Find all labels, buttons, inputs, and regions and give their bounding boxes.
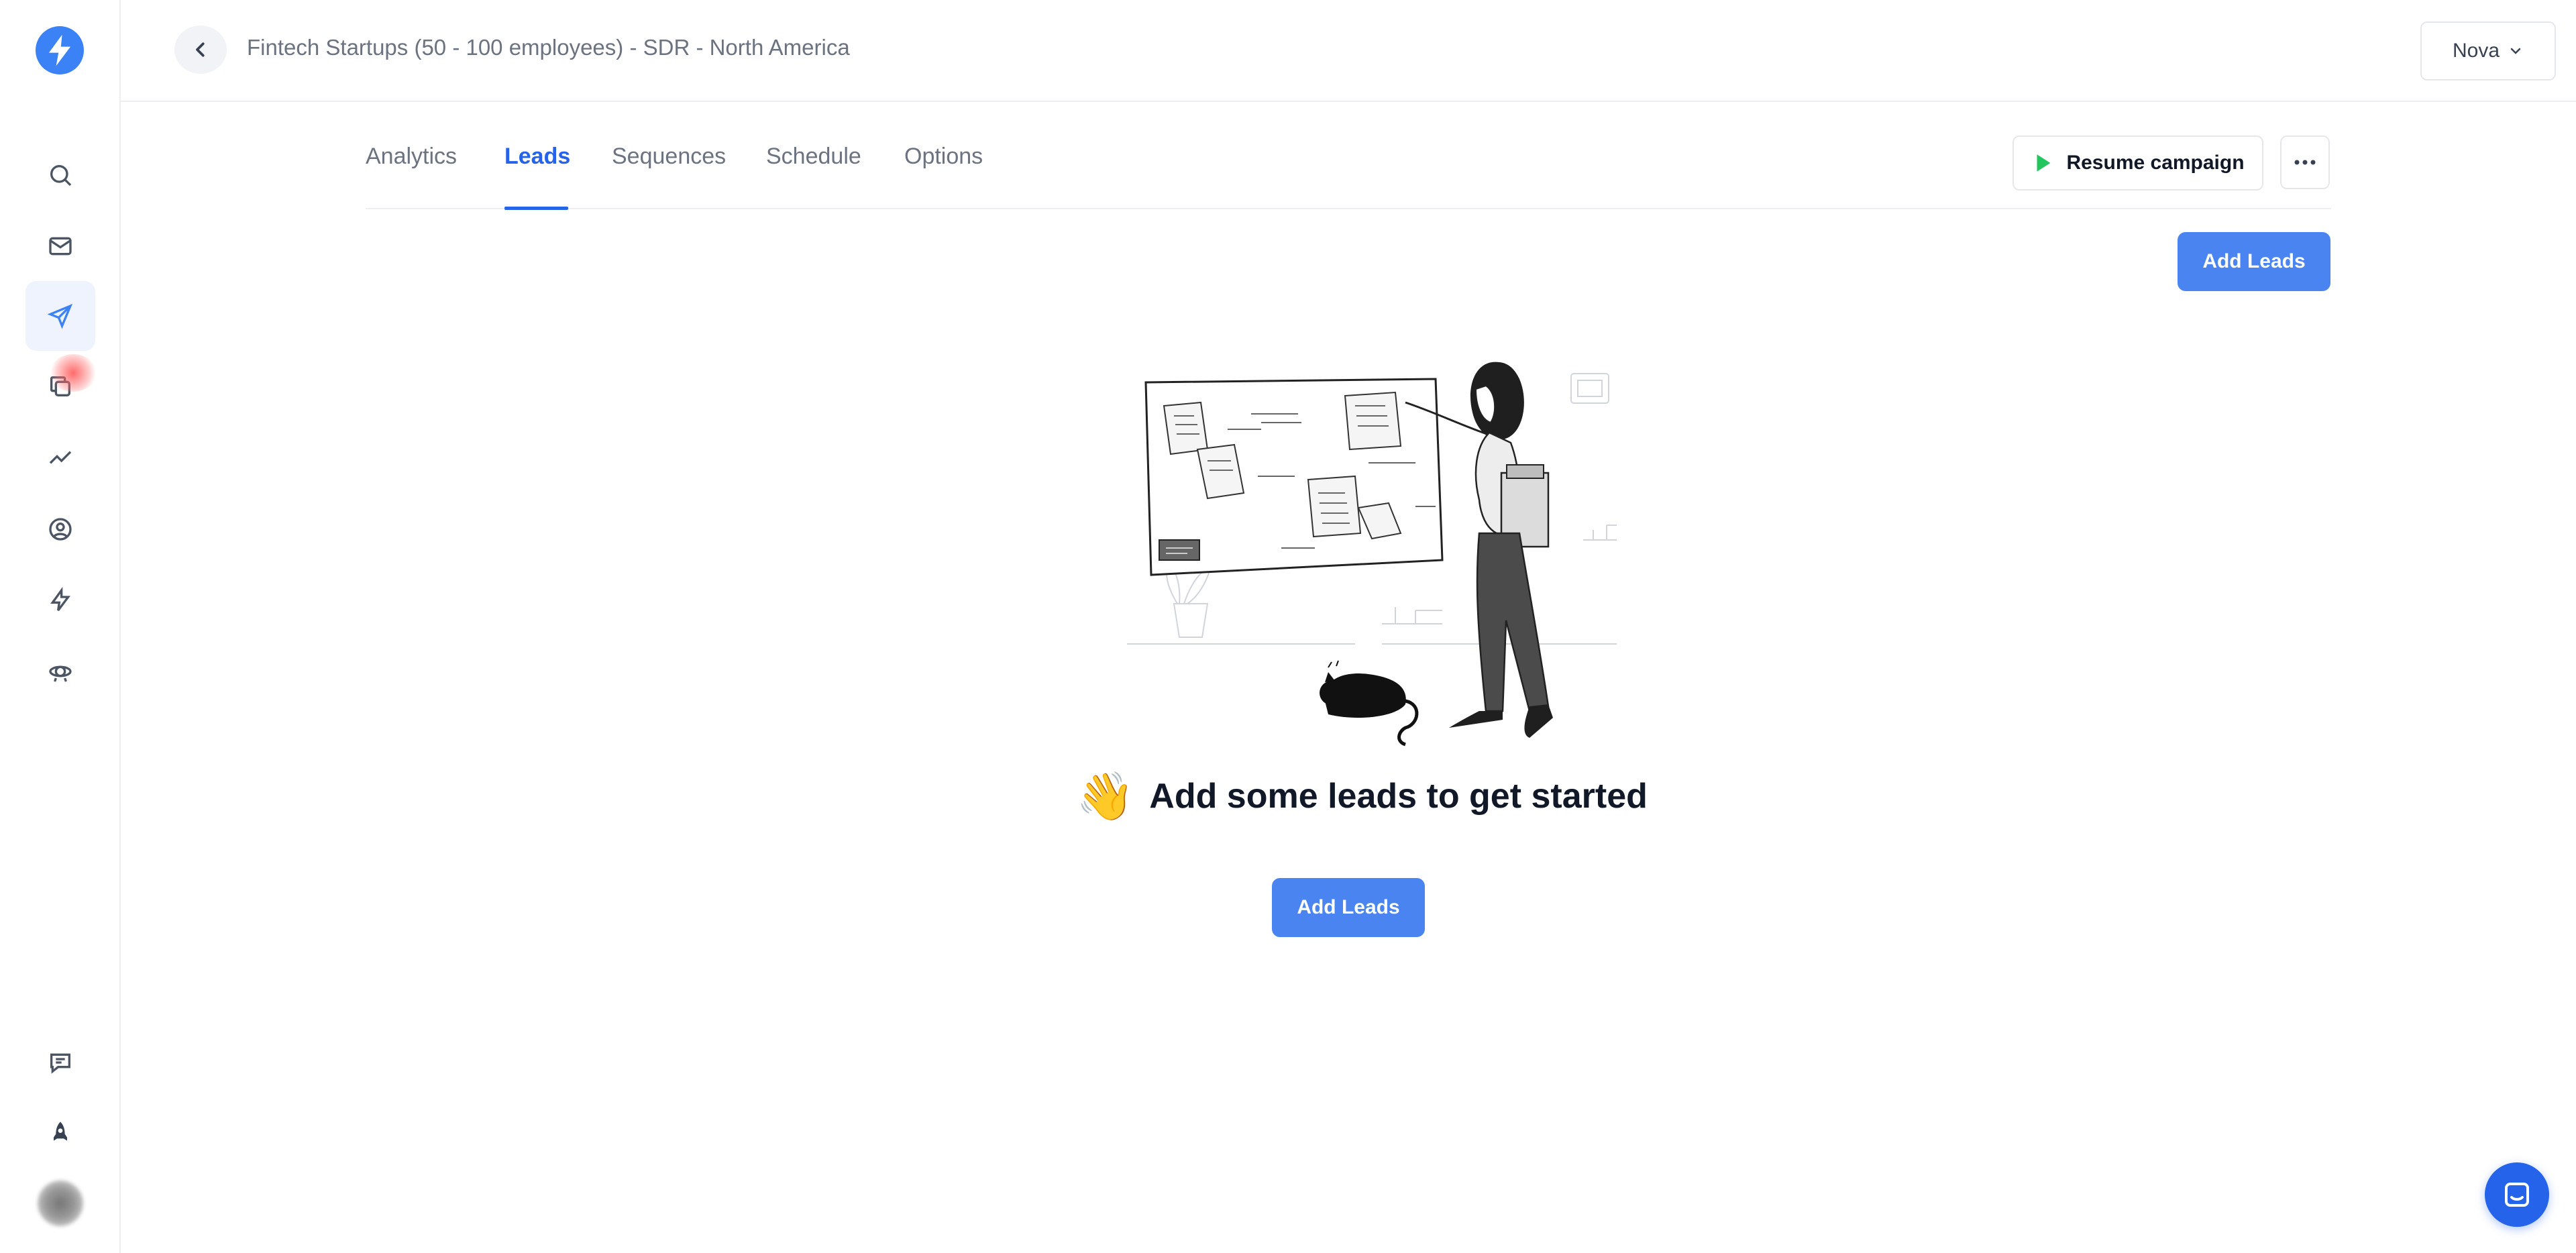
add-leads-button[interactable]: Add Leads	[2178, 232, 2330, 291]
tab-schedule[interactable]: Schedule	[766, 144, 861, 170]
mail-icon	[49, 237, 72, 256]
sidebar-item-inbox[interactable]	[25, 211, 95, 281]
empty-state-title: Add some leads to get started	[1149, 777, 1648, 816]
satellite-icon	[49, 665, 72, 682]
more-options-button[interactable]	[2280, 135, 2330, 189]
account-name: Nova	[2452, 40, 2500, 62]
sidebar-item-integrations[interactable]	[25, 637, 95, 706]
more-horizontal-icon	[2294, 160, 2316, 165]
rocket-icon	[54, 1122, 67, 1141]
search-icon	[50, 164, 72, 186]
empty-state-illustration	[1127, 362, 1617, 747]
chevron-left-icon	[196, 42, 205, 57]
back-button[interactable]	[174, 25, 227, 74]
chevron-down-icon	[2510, 48, 2521, 54]
top-header: Fintech Startups (50 - 100 employees) - …	[121, 0, 2576, 102]
resume-campaign-button[interactable]: Resume campaign	[2012, 135, 2263, 190]
bolt-icon	[50, 587, 70, 611]
app-logo-icon[interactable]	[36, 26, 84, 74]
empty-state-heading: 👋 Add some leads to get started	[1076, 773, 1648, 820]
tab-sequences[interactable]: Sequences	[612, 144, 726, 170]
user-avatar[interactable]	[38, 1181, 83, 1226]
support-chat-button[interactable]	[2485, 1162, 2549, 1227]
tab-options[interactable]: Options	[904, 144, 983, 170]
chat-edit-icon	[50, 1053, 70, 1074]
user-circle-icon	[49, 518, 72, 541]
campaign-title: Fintech Startups (50 - 100 employees) - …	[247, 35, 850, 60]
account-dropdown[interactable]: Nova	[2420, 21, 2556, 80]
sidebar-item-search[interactable]	[25, 140, 95, 210]
send-icon	[47, 303, 73, 329]
play-icon	[2037, 154, 2051, 172]
trend-icon	[49, 451, 72, 464]
sidebar	[0, 0, 121, 1253]
notification-badge	[50, 354, 97, 392]
chat-icon	[2505, 1183, 2529, 1207]
sidebar-item-feedback[interactable]	[25, 1028, 95, 1097]
tab-leads[interactable]: Leads	[504, 144, 570, 170]
sidebar-item-automations[interactable]	[25, 565, 95, 635]
waving-hand-icon: 👋	[1076, 770, 1135, 822]
add-leads-empty-button[interactable]: Add Leads	[1272, 878, 1425, 937]
resume-campaign-label: Resume campaign	[2066, 152, 2245, 174]
sidebar-item-launch[interactable]	[25, 1098, 95, 1168]
sidebar-item-contacts[interactable]	[25, 494, 95, 564]
active-tab-indicator	[504, 207, 568, 210]
tab-analytics[interactable]: Analytics	[366, 144, 457, 170]
sidebar-item-analytics[interactable]	[25, 423, 95, 492]
sidebar-item-campaigns[interactable]	[25, 281, 95, 351]
